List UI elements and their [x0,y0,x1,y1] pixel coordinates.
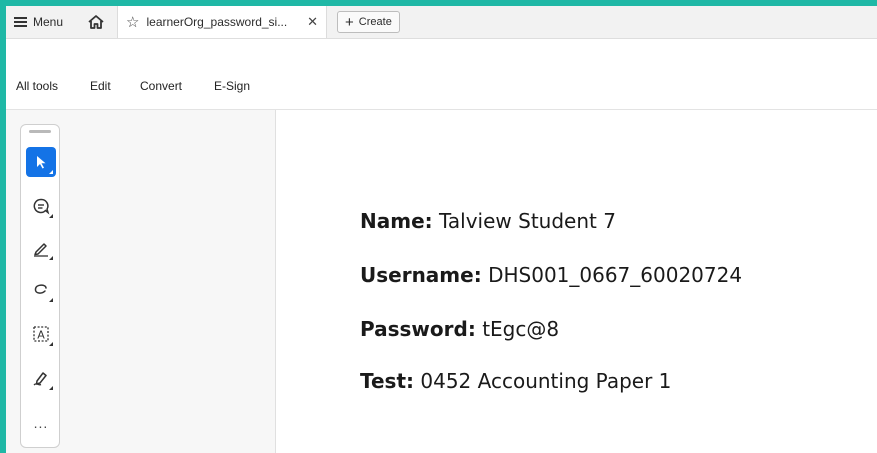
svg-text:A: A [37,329,45,342]
freehand-draw-icon [34,284,47,294]
username-value: DHS001_0667_60020724 [488,263,743,287]
rail-drag-handle[interactable] [29,130,51,133]
test-line: Test: 0452 Accounting Paper 1 [360,369,671,393]
close-icon[interactable]: ✕ [307,14,318,30]
submenu-corner-icon [49,342,53,346]
name-label: Name: [360,209,433,233]
menu-bar: All tools Edit Convert E-Sign [6,39,877,110]
highlighter-pen-icon [34,243,48,257]
tab-title: learnerOrg_password_si... [146,15,288,29]
submenu-corner-icon [49,256,53,260]
submenu-corner-icon [49,386,53,390]
document-page: Name: Talview Student 7 Username: DHS001… [276,110,877,453]
quick-tools-rail: A ... [20,124,60,448]
test-value: 0452 Accounting Paper 1 [420,369,672,393]
star-icon[interactable]: ☆ [126,15,139,30]
highlight-tool-button[interactable] [26,233,56,263]
hamburger-icon [14,17,27,27]
username-label: Username: [360,263,482,287]
home-button[interactable] [83,6,109,38]
plus-icon: + [345,13,354,31]
submenu-corner-icon [49,170,53,174]
submenu-corner-icon [49,214,53,218]
sign-tool-button[interactable] [26,363,56,393]
menu-item-all-tools[interactable]: All tools [16,79,58,93]
menu-button[interactable]: Menu [6,6,69,38]
submenu-corner-icon [49,298,53,302]
menu-item-edit[interactable]: Edit [90,79,111,93]
select-tool-button[interactable] [26,147,56,177]
menu-item-convert[interactable]: Convert [140,79,182,93]
text-box-icon: A [33,326,49,342]
more-tools-icon[interactable]: ... [21,415,61,431]
text-recognition-tool-button[interactable]: A [26,319,56,349]
password-value: tEgc@8 [482,317,560,341]
app-window: Menu ☆ learnerOrg_password_si... ✕ + Cre… [0,0,877,453]
home-icon [88,15,104,29]
create-button[interactable]: + Create [337,11,400,33]
name-value: Talview Student 7 [439,209,616,233]
draw-tool-button[interactable] [26,275,56,305]
menu-label: Menu [33,15,64,29]
menu-item-e-sign[interactable]: E-Sign [214,79,250,93]
test-label: Test: [360,369,415,393]
comment-tool-button[interactable] [26,191,56,221]
password-line: Password: tEgc@8 [360,317,559,341]
tab-bar: Menu ☆ learnerOrg_password_si... ✕ + Cre… [6,6,877,39]
left-panel: A ... [6,110,276,453]
create-label: Create [358,16,392,28]
password-label: Password: [360,317,476,341]
sign-pen-icon [33,372,47,386]
comment-icon [33,198,50,215]
document-tab[interactable]: ☆ learnerOrg_password_si... ✕ [117,6,328,38]
username-line: Username: DHS001_0667_60020724 [360,263,742,287]
name-line: Name: Talview Student 7 [360,209,616,233]
cursor-icon [37,156,46,169]
